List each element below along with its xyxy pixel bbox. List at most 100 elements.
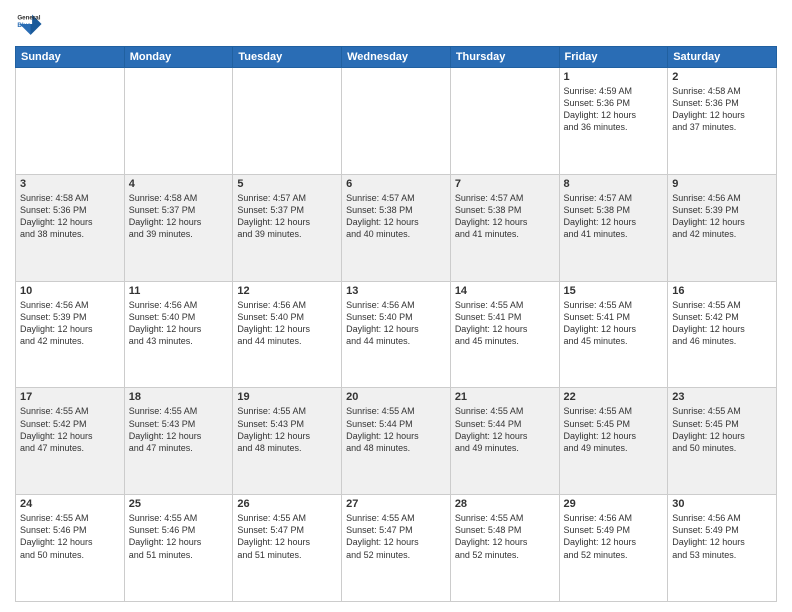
day-number: 11 xyxy=(129,285,229,297)
day-number: 20 xyxy=(346,391,446,403)
day-cell-27: 27 Sunrise: 4:55 AM Sunset: 5:47 PM Dayli… xyxy=(342,495,451,602)
day-cell-24: 24Sunrise: 4:55 AM Sunset: 5:46 PM Dayli… xyxy=(16,495,125,602)
day-cell-10: 10 Sunrise: 4:56 AM Sunset: 5:39 PM Dayli… xyxy=(16,281,125,388)
svg-text:General: General xyxy=(17,14,40,21)
day-cell-25: 25 Sunrise: 4:55 AM Sunset: 5:46 PM Dayli… xyxy=(124,495,233,602)
calendar-table: SundayMondayTuesdayWednesdayThursdayFrid… xyxy=(15,46,777,602)
day-number: 18 xyxy=(129,391,229,403)
day-number: 16 xyxy=(672,285,772,297)
logo-icon: General Blue xyxy=(15,10,43,38)
day-cell-16: 16 Sunrise: 4:55 AM Sunset: 5:42 PM Dayli… xyxy=(668,281,777,388)
day-info: Sunrise: 4:56 AM Sunset: 5:40 PM Dayligh… xyxy=(129,299,229,348)
day-cell-15: 15 Sunrise: 4:55 AM Sunset: 5:41 PM Dayli… xyxy=(559,281,668,388)
day-info: Sunrise: 4:56 AM Sunset: 5:49 PM Dayligh… xyxy=(564,512,664,561)
day-info: Sunrise: 4:58 AM Sunset: 5:36 PM Dayligh… xyxy=(20,192,120,241)
day-cell-22: 22 Sunrise: 4:55 AM Sunset: 5:45 PM Dayli… xyxy=(559,388,668,495)
day-number: 1 xyxy=(564,71,664,83)
day-number: 14 xyxy=(455,285,555,297)
weekday-header-thursday: Thursday xyxy=(450,47,559,68)
day-cell-6: 6 Sunrise: 4:57 AM Sunset: 5:38 PM Daylig… xyxy=(342,174,451,281)
day-number: 23 xyxy=(672,391,772,403)
day-cell-3: 3 Sunrise: 4:58 AM Sunset: 5:36 PM Daylig… xyxy=(16,174,125,281)
day-info: Sunrise: 4:57 AM Sunset: 5:38 PM Dayligh… xyxy=(455,192,555,241)
day-number: 27 xyxy=(346,498,446,510)
day-info: Sunrise: 4:55 AM Sunset: 5:44 PM Dayligh… xyxy=(346,405,446,454)
day-info: Sunrise: 4:56 AM Sunset: 5:40 PM Dayligh… xyxy=(346,299,446,348)
svg-text:Blue: Blue xyxy=(17,22,31,29)
weekday-header-wednesday: Wednesday xyxy=(342,47,451,68)
week-row-2: 3 Sunrise: 4:58 AM Sunset: 5:36 PM Daylig… xyxy=(16,174,777,281)
day-cell-14: 14 Sunrise: 4:55 AM Sunset: 5:41 PM Dayli… xyxy=(450,281,559,388)
day-cell-30: 30 Sunrise: 4:56 AM Sunset: 5:49 PM Dayli… xyxy=(668,495,777,602)
day-number: 3 xyxy=(20,178,120,190)
day-number: 15 xyxy=(564,285,664,297)
day-number: 10 xyxy=(20,285,120,297)
day-info: Sunrise: 4:56 AM Sunset: 5:49 PM Dayligh… xyxy=(672,512,772,561)
day-cell-8: 8Sunrise: 4:57 AM Sunset: 5:38 PM Daylig… xyxy=(559,174,668,281)
day-info: Sunrise: 4:56 AM Sunset: 5:40 PM Dayligh… xyxy=(237,299,337,348)
day-cell-18: 18Sunrise: 4:55 AM Sunset: 5:43 PM Dayli… xyxy=(124,388,233,495)
day-number: 7 xyxy=(455,178,555,190)
day-cell-11: 11 Sunrise: 4:56 AM Sunset: 5:40 PM Dayli… xyxy=(124,281,233,388)
day-info: Sunrise: 4:55 AM Sunset: 5:42 PM Dayligh… xyxy=(672,299,772,348)
day-cell-26: 26 Sunrise: 4:55 AM Sunset: 5:47 PM Dayli… xyxy=(233,495,342,602)
logo: General Blue xyxy=(15,10,47,38)
day-number: 24 xyxy=(20,498,120,510)
day-cell-13: 13Sunrise: 4:56 AM Sunset: 5:40 PM Dayli… xyxy=(342,281,451,388)
day-info: Sunrise: 4:55 AM Sunset: 5:47 PM Dayligh… xyxy=(346,512,446,561)
day-info: Sunrise: 4:55 AM Sunset: 5:46 PM Dayligh… xyxy=(129,512,229,561)
day-number: 2 xyxy=(672,71,772,83)
week-row-4: 17Sunrise: 4:55 AM Sunset: 5:42 PM Dayli… xyxy=(16,388,777,495)
day-number: 30 xyxy=(672,498,772,510)
day-number: 25 xyxy=(129,498,229,510)
day-info: Sunrise: 4:56 AM Sunset: 5:39 PM Dayligh… xyxy=(20,299,120,348)
day-number: 9 xyxy=(672,178,772,190)
day-info: Sunrise: 4:55 AM Sunset: 5:47 PM Dayligh… xyxy=(237,512,337,561)
day-info: Sunrise: 4:55 AM Sunset: 5:41 PM Dayligh… xyxy=(455,299,555,348)
week-row-3: 10 Sunrise: 4:56 AM Sunset: 5:39 PM Dayli… xyxy=(16,281,777,388)
day-cell-1: 1Sunrise: 4:59 AM Sunset: 5:36 PM Daylig… xyxy=(559,68,668,175)
day-cell-12: 12 Sunrise: 4:56 AM Sunset: 5:40 PM Dayli… xyxy=(233,281,342,388)
day-cell-2: 2 Sunrise: 4:58 AM Sunset: 5:36 PM Daylig… xyxy=(668,68,777,175)
weekday-header-saturday: Saturday xyxy=(668,47,777,68)
day-cell-empty xyxy=(124,68,233,175)
day-cell-empty xyxy=(342,68,451,175)
day-cell-empty xyxy=(233,68,342,175)
day-number: 29 xyxy=(564,498,664,510)
day-cell-empty xyxy=(16,68,125,175)
day-number: 26 xyxy=(237,498,337,510)
day-number: 19 xyxy=(237,391,337,403)
day-cell-29: 29 Sunrise: 4:56 AM Sunset: 5:49 PM Dayli… xyxy=(559,495,668,602)
weekday-header-tuesday: Tuesday xyxy=(233,47,342,68)
day-number: 21 xyxy=(455,391,555,403)
day-number: 12 xyxy=(237,285,337,297)
day-info: Sunrise: 4:55 AM Sunset: 5:43 PM Dayligh… xyxy=(237,405,337,454)
day-cell-19: 19 Sunrise: 4:55 AM Sunset: 5:43 PM Dayli… xyxy=(233,388,342,495)
weekday-header-monday: Monday xyxy=(124,47,233,68)
day-info: Sunrise: 4:57 AM Sunset: 5:38 PM Dayligh… xyxy=(346,192,446,241)
weekday-row: SundayMondayTuesdayWednesdayThursdayFrid… xyxy=(16,47,777,68)
day-info: Sunrise: 4:55 AM Sunset: 5:48 PM Dayligh… xyxy=(455,512,555,561)
day-info: Sunrise: 4:58 AM Sunset: 5:36 PM Dayligh… xyxy=(672,85,772,134)
week-row-5: 24 Sunrise: 4:55 AM Sunset: 5:46 PM Dayli… xyxy=(16,495,777,602)
day-cell-5: 5Sunrise: 4:57 AM Sunset: 5:37 PM Daylig… xyxy=(233,174,342,281)
day-info: Sunrise: 4:56 AM Sunset: 5:39 PM Dayligh… xyxy=(672,192,772,241)
day-number: 6 xyxy=(346,178,446,190)
day-info: Sunrise: 4:55 AM Sunset: 5:45 PM Dayligh… xyxy=(564,405,664,454)
page: General Blue SundayMondayTuesdayWednesda… xyxy=(0,0,792,612)
day-cell-empty xyxy=(450,68,559,175)
calendar-header: SundayMondayTuesdayWednesdayThursdayFrid… xyxy=(16,47,777,68)
weekday-header-friday: Friday xyxy=(559,47,668,68)
weekday-header-sunday: Sunday xyxy=(16,47,125,68)
day-number: 22 xyxy=(564,391,664,403)
day-cell-28: 28 Sunrise: 4:55 AM Sunset: 5:48 PM Dayli… xyxy=(450,495,559,602)
week-row-1: 1Sunrise: 4:59 AM Sunset: 5:36 PM Daylig… xyxy=(16,68,777,175)
day-info: Sunrise: 4:55 AM Sunset: 5:45 PM Dayligh… xyxy=(672,405,772,454)
day-cell-17: 17Sunrise: 4:55 AM Sunset: 5:42 PM Dayli… xyxy=(16,388,125,495)
day-info: Sunrise: 4:55 AM Sunset: 5:41 PM Dayligh… xyxy=(564,299,664,348)
day-number: 28 xyxy=(455,498,555,510)
day-info: Sunrise: 4:55 AM Sunset: 5:44 PM Dayligh… xyxy=(455,405,555,454)
day-cell-4: 4Sunrise: 4:58 AM Sunset: 5:37 PM Daylig… xyxy=(124,174,233,281)
day-number: 8 xyxy=(564,178,664,190)
day-cell-7: 7 Sunrise: 4:57 AM Sunset: 5:38 PM Daylig… xyxy=(450,174,559,281)
